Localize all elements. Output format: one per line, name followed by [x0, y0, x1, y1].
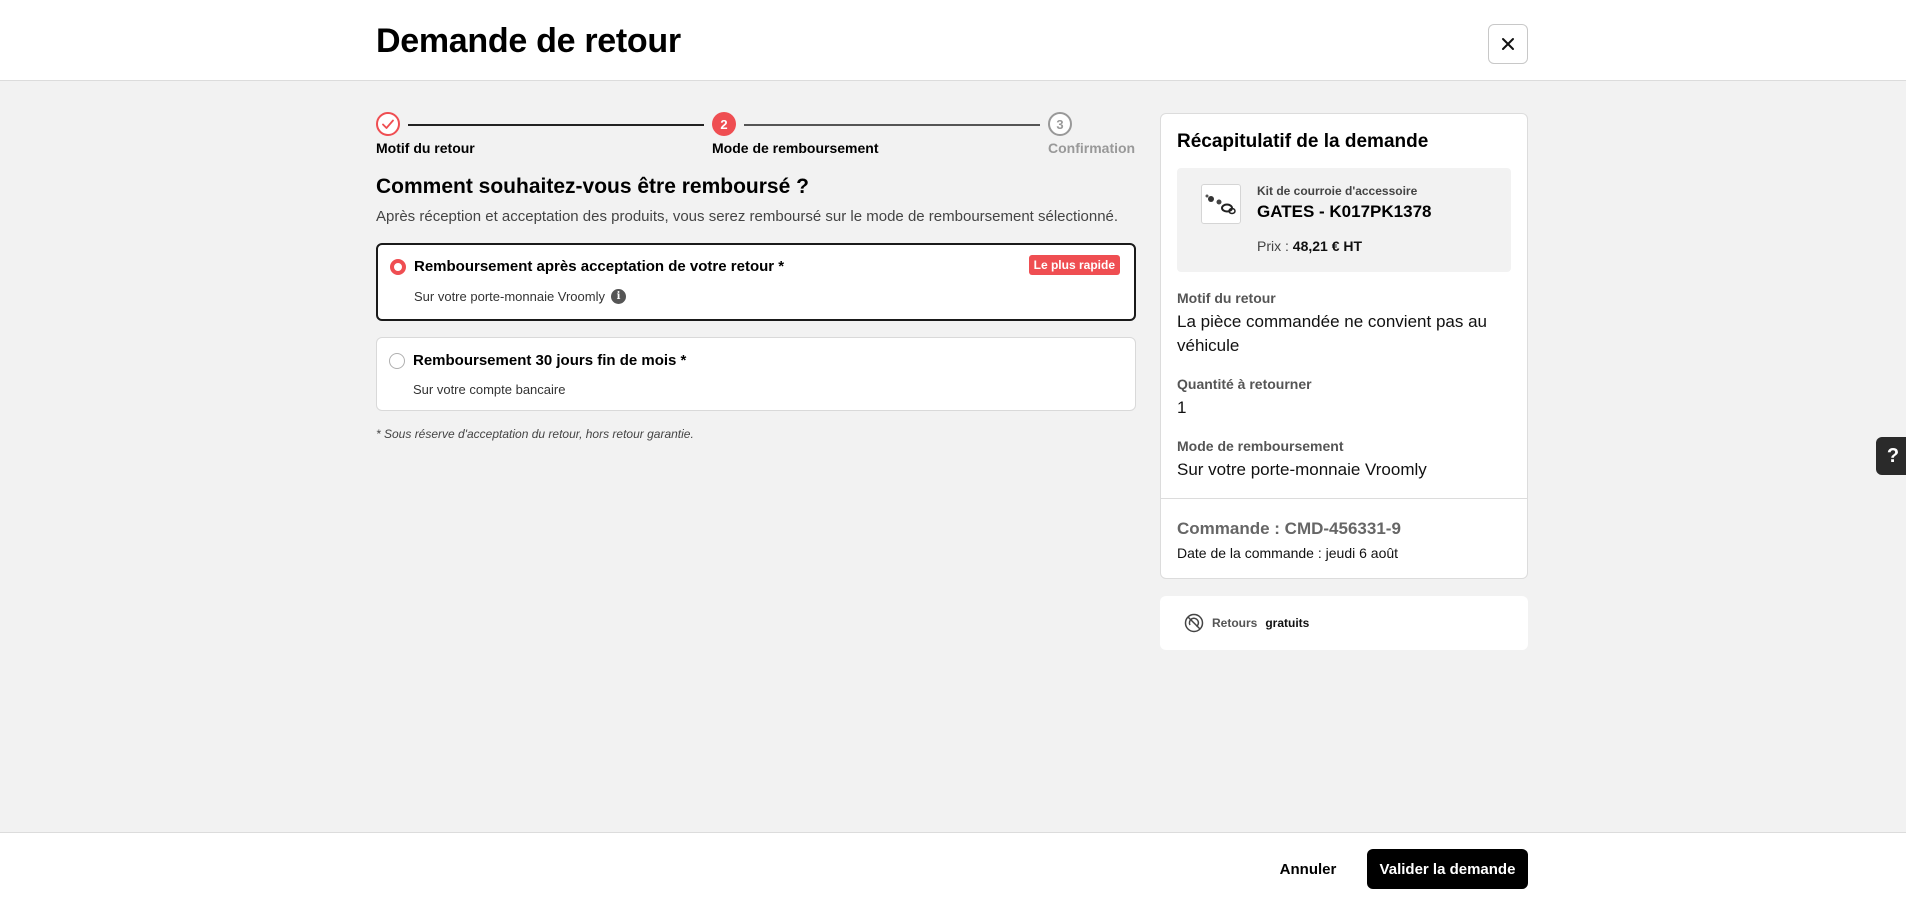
step-connector — [408, 124, 704, 126]
step-1-check-icon — [376, 112, 400, 136]
page-title: Demande de retour — [376, 22, 681, 60]
close-button[interactable] — [1488, 24, 1528, 64]
header-bar: Demande de retour — [0, 0, 1906, 81]
step-1-label: Motif du retour — [376, 140, 475, 156]
step-connector — [744, 124, 1040, 126]
order-date: Date de la commande : jeudi 6 août — [1177, 545, 1399, 561]
free-returns-emphasis: gratuits — [1265, 616, 1310, 630]
refund-mode-label: Mode de remboursement — [1177, 438, 1344, 454]
free-returns-banner: Retours gratuits — [1160, 596, 1528, 650]
footnote: * Sous réserve d'acceptation du retour, … — [376, 427, 694, 441]
section-subtitle: Après réception et acceptation des produ… — [376, 208, 1119, 225]
order-number: Commande : CMD-456331-9 — [1177, 519, 1401, 538]
close-icon — [1502, 38, 1514, 50]
radio-unselected[interactable] — [389, 353, 405, 369]
help-button[interactable]: ? — [1876, 437, 1906, 475]
radio-selected[interactable] — [390, 259, 406, 275]
option-title: Remboursement 30 jours fin de mois * — [413, 352, 687, 369]
option-subtitle: Sur votre porte-monnaie Vroomly — [414, 289, 605, 304]
reason-value: La pièce commandée ne convient pas au vé… — [1177, 312, 1487, 355]
footer-bar: Annuler Valider la demande — [0, 832, 1906, 913]
free-returns-prefix: Retours — [1212, 616, 1258, 630]
refund-option-wallet[interactable]: Remboursement après acceptation de votre… — [376, 243, 1136, 321]
refund-option-bank[interactable]: Remboursement 30 jours fin de mois * Sur… — [376, 337, 1136, 411]
quantity-value: 1 — [1177, 398, 1187, 417]
refund-mode-value: Sur votre porte-monnaie Vroomly — [1177, 460, 1427, 479]
section-title: Comment souhaitez-vous être remboursé ? — [376, 175, 809, 198]
fastest-badge: Le plus rapide — [1028, 255, 1120, 275]
option-subtitle: Sur votre compte bancaire — [413, 382, 566, 397]
product-name: GATES - K017PK1378 — [1257, 202, 1432, 221]
divider — [1161, 498, 1527, 499]
submit-button[interactable]: Valider la demande — [1367, 849, 1528, 889]
product-box: Kit de courroie d'accessoire GATES - K01… — [1177, 168, 1511, 272]
summary-title: Récapitulatif de la demande — [1177, 131, 1429, 152]
price-label: Prix : — [1257, 238, 1289, 254]
step-3-label: Confirmation — [1048, 140, 1136, 156]
info-icon[interactable]: i — [611, 289, 626, 304]
step-2-label: Mode de remboursement — [712, 140, 879, 156]
free-returns-icon — [1184, 613, 1204, 633]
product-category: Kit de courroie d'accessoire — [1257, 184, 1418, 198]
summary-card: Récapitulatif de la demande Kit de courr… — [1160, 113, 1528, 579]
reason-label: Motif du retour — [1177, 290, 1276, 306]
option-subtitle-row: Sur votre porte-monnaie Vroomly i — [414, 289, 626, 304]
price-value: 48,21 € HT — [1292, 238, 1363, 254]
option-title: Remboursement après acceptation de votre… — [414, 258, 785, 275]
progress-stepper: Motif du retour 2 Mode de remboursement … — [376, 112, 1136, 160]
quantity-label: Quantité à retourner — [1177, 376, 1312, 392]
step-2-marker: 2 — [712, 112, 736, 136]
step-3-marker: 3 — [1048, 112, 1072, 136]
product-image — [1201, 184, 1241, 224]
product-price: Prix : 48,21 € HT — [1257, 238, 1362, 254]
cancel-button[interactable]: Annuler — [1266, 849, 1350, 889]
